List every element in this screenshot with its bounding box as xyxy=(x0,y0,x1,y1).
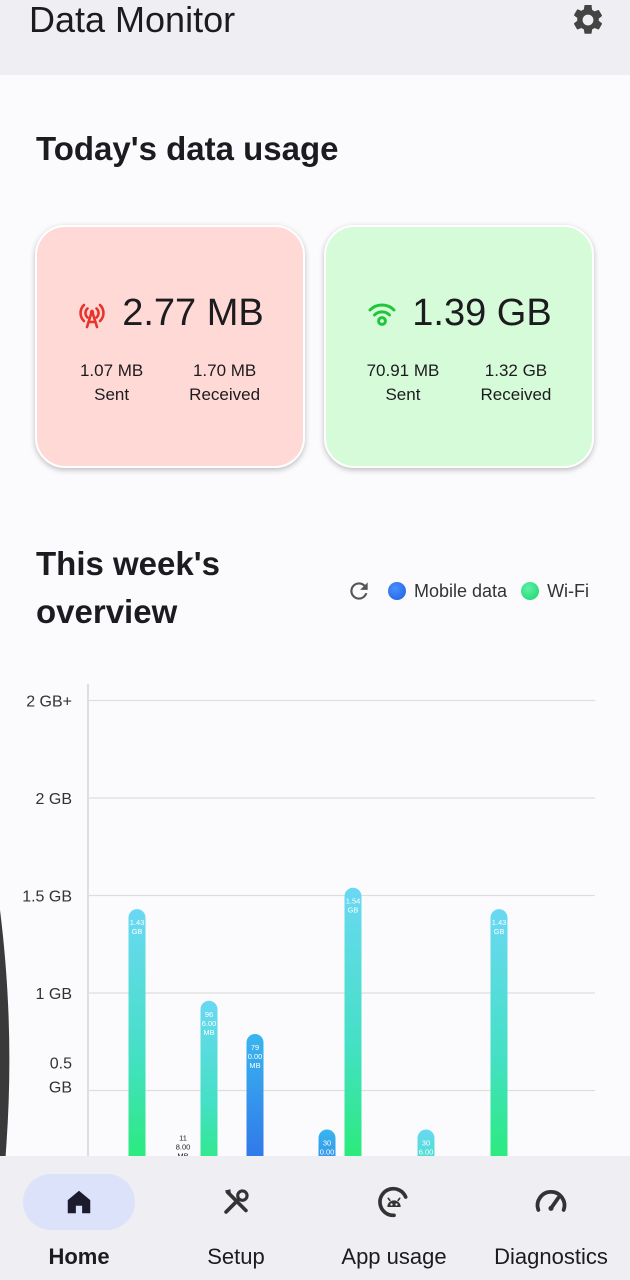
settings-button[interactable] xyxy=(566,0,610,40)
chart-svg: 41.43GB118.00MB966.00MB790.00MB24300.001… xyxy=(22,684,595,1208)
legend-mobile-label: Mobile data xyxy=(414,580,508,601)
app-title: Data Monitor xyxy=(29,0,236,40)
chart-bar-wifi: 96 6.00 MB xyxy=(200,1000,218,1208)
y-tick-label: 1 GB xyxy=(36,986,72,1003)
legend-mobile: Mobile data xyxy=(388,581,507,602)
mobile-received-value: 1.70 MB xyxy=(192,361,257,380)
refresh-icon xyxy=(350,582,368,600)
wifi-sent-label: Sent xyxy=(385,385,421,404)
legend-mobile-dot xyxy=(388,582,406,600)
wifi-received: 1.32 GB Received xyxy=(481,359,552,407)
bar-data-label: 1.43 GB xyxy=(130,918,145,936)
legend-wifi-dot xyxy=(521,582,540,600)
nav-item-home[interactable]: Home xyxy=(23,1156,135,1280)
mobile-received-label: Received xyxy=(189,385,261,404)
nav-setup-label: Setup xyxy=(207,1244,265,1269)
wifi-data-card: 1.39 GB 70.91 MB Sent 1.32 GB Received xyxy=(324,225,594,468)
mobile-sent-value: 1.07 MB xyxy=(79,361,144,380)
bottom-navigation: Home Setup App usage Diagnostics xyxy=(0,1156,630,1280)
mobile-sent-label: Sent xyxy=(94,385,130,404)
wifi-sent: 70.91 MB Sent xyxy=(367,359,440,407)
nav-item-setup[interactable]: Setup xyxy=(180,1156,292,1280)
weekly-usage-chart: 41.43GB118.00MB966.00MB790.00MB24300.001… xyxy=(0,670,630,1208)
y-tick-label: 2 GB+ xyxy=(26,694,72,711)
nav-item-diagnostics[interactable]: Diagnostics xyxy=(488,1156,614,1280)
nav-app-usage-label: App usage xyxy=(341,1244,447,1269)
y-tick-label: 1.5 GB xyxy=(22,889,72,906)
wifi-received-value: 1.32 GB xyxy=(484,361,548,380)
nav-item-app-usage[interactable]: App usage xyxy=(333,1156,455,1280)
chart-legend: Mobile data Wi-Fi xyxy=(344,576,595,606)
gear-icon xyxy=(573,4,603,34)
mobile-data-card: 2.77 MB 1.07 MB Sent 1.70 MB Received xyxy=(35,225,305,468)
week-overview-title: This week's overview xyxy=(36,545,220,630)
y-tick-label: 0.5 GB xyxy=(49,1056,72,1097)
bar-data-label: 1.54 GB xyxy=(346,897,361,915)
today-usage-title: Today's data usage xyxy=(36,130,339,167)
cell-tower-icon xyxy=(79,303,105,328)
mobile-sent: 1.07 MB Sent xyxy=(80,359,143,407)
tools-icon xyxy=(224,1189,249,1214)
nav-setup-icon-wrap xyxy=(180,1174,292,1230)
chart-bar-wifi: 1.54 GB xyxy=(344,887,362,1208)
bar-rect xyxy=(128,909,146,1208)
mobile-total: 2.77 MB xyxy=(122,292,264,334)
nav-home-label: Home xyxy=(48,1244,110,1269)
y-tick-label: 2 GB xyxy=(36,791,72,808)
wifi-icon xyxy=(368,303,396,326)
refresh-button[interactable] xyxy=(344,576,374,606)
nav-diagnostics-label: Diagnostics xyxy=(494,1244,608,1269)
legend-wifi: Wi-Fi xyxy=(521,581,589,602)
legend-wifi-label: Wi-Fi xyxy=(547,580,590,601)
home-icon xyxy=(67,1190,91,1214)
bar-data-label: 1.43 GB xyxy=(492,918,507,936)
nav-app-usage-icon-wrap xyxy=(338,1174,450,1230)
app-bar: Data Monitor xyxy=(0,0,630,75)
speedometer-icon xyxy=(535,1190,567,1212)
mobile-received: 1.70 MB Received xyxy=(189,359,260,407)
nav-home-icon-wrap xyxy=(23,1174,135,1230)
bar-rect xyxy=(344,887,362,1208)
wifi-received-label: Received xyxy=(480,385,552,404)
nav-diagnostics-icon-wrap xyxy=(495,1174,607,1230)
wifi-total: 1.39 GB xyxy=(412,292,552,334)
chart-bar-wifi: 1.43 GB xyxy=(128,909,146,1208)
android-icon xyxy=(378,1186,408,1218)
chart-bar-wifi: 1.43 GB xyxy=(490,909,508,1208)
bar-rect xyxy=(490,909,508,1208)
wifi-sent-value: 70.91 MB xyxy=(366,361,440,380)
chart-bar-mobile: 79 0.00 MB xyxy=(246,1033,264,1208)
